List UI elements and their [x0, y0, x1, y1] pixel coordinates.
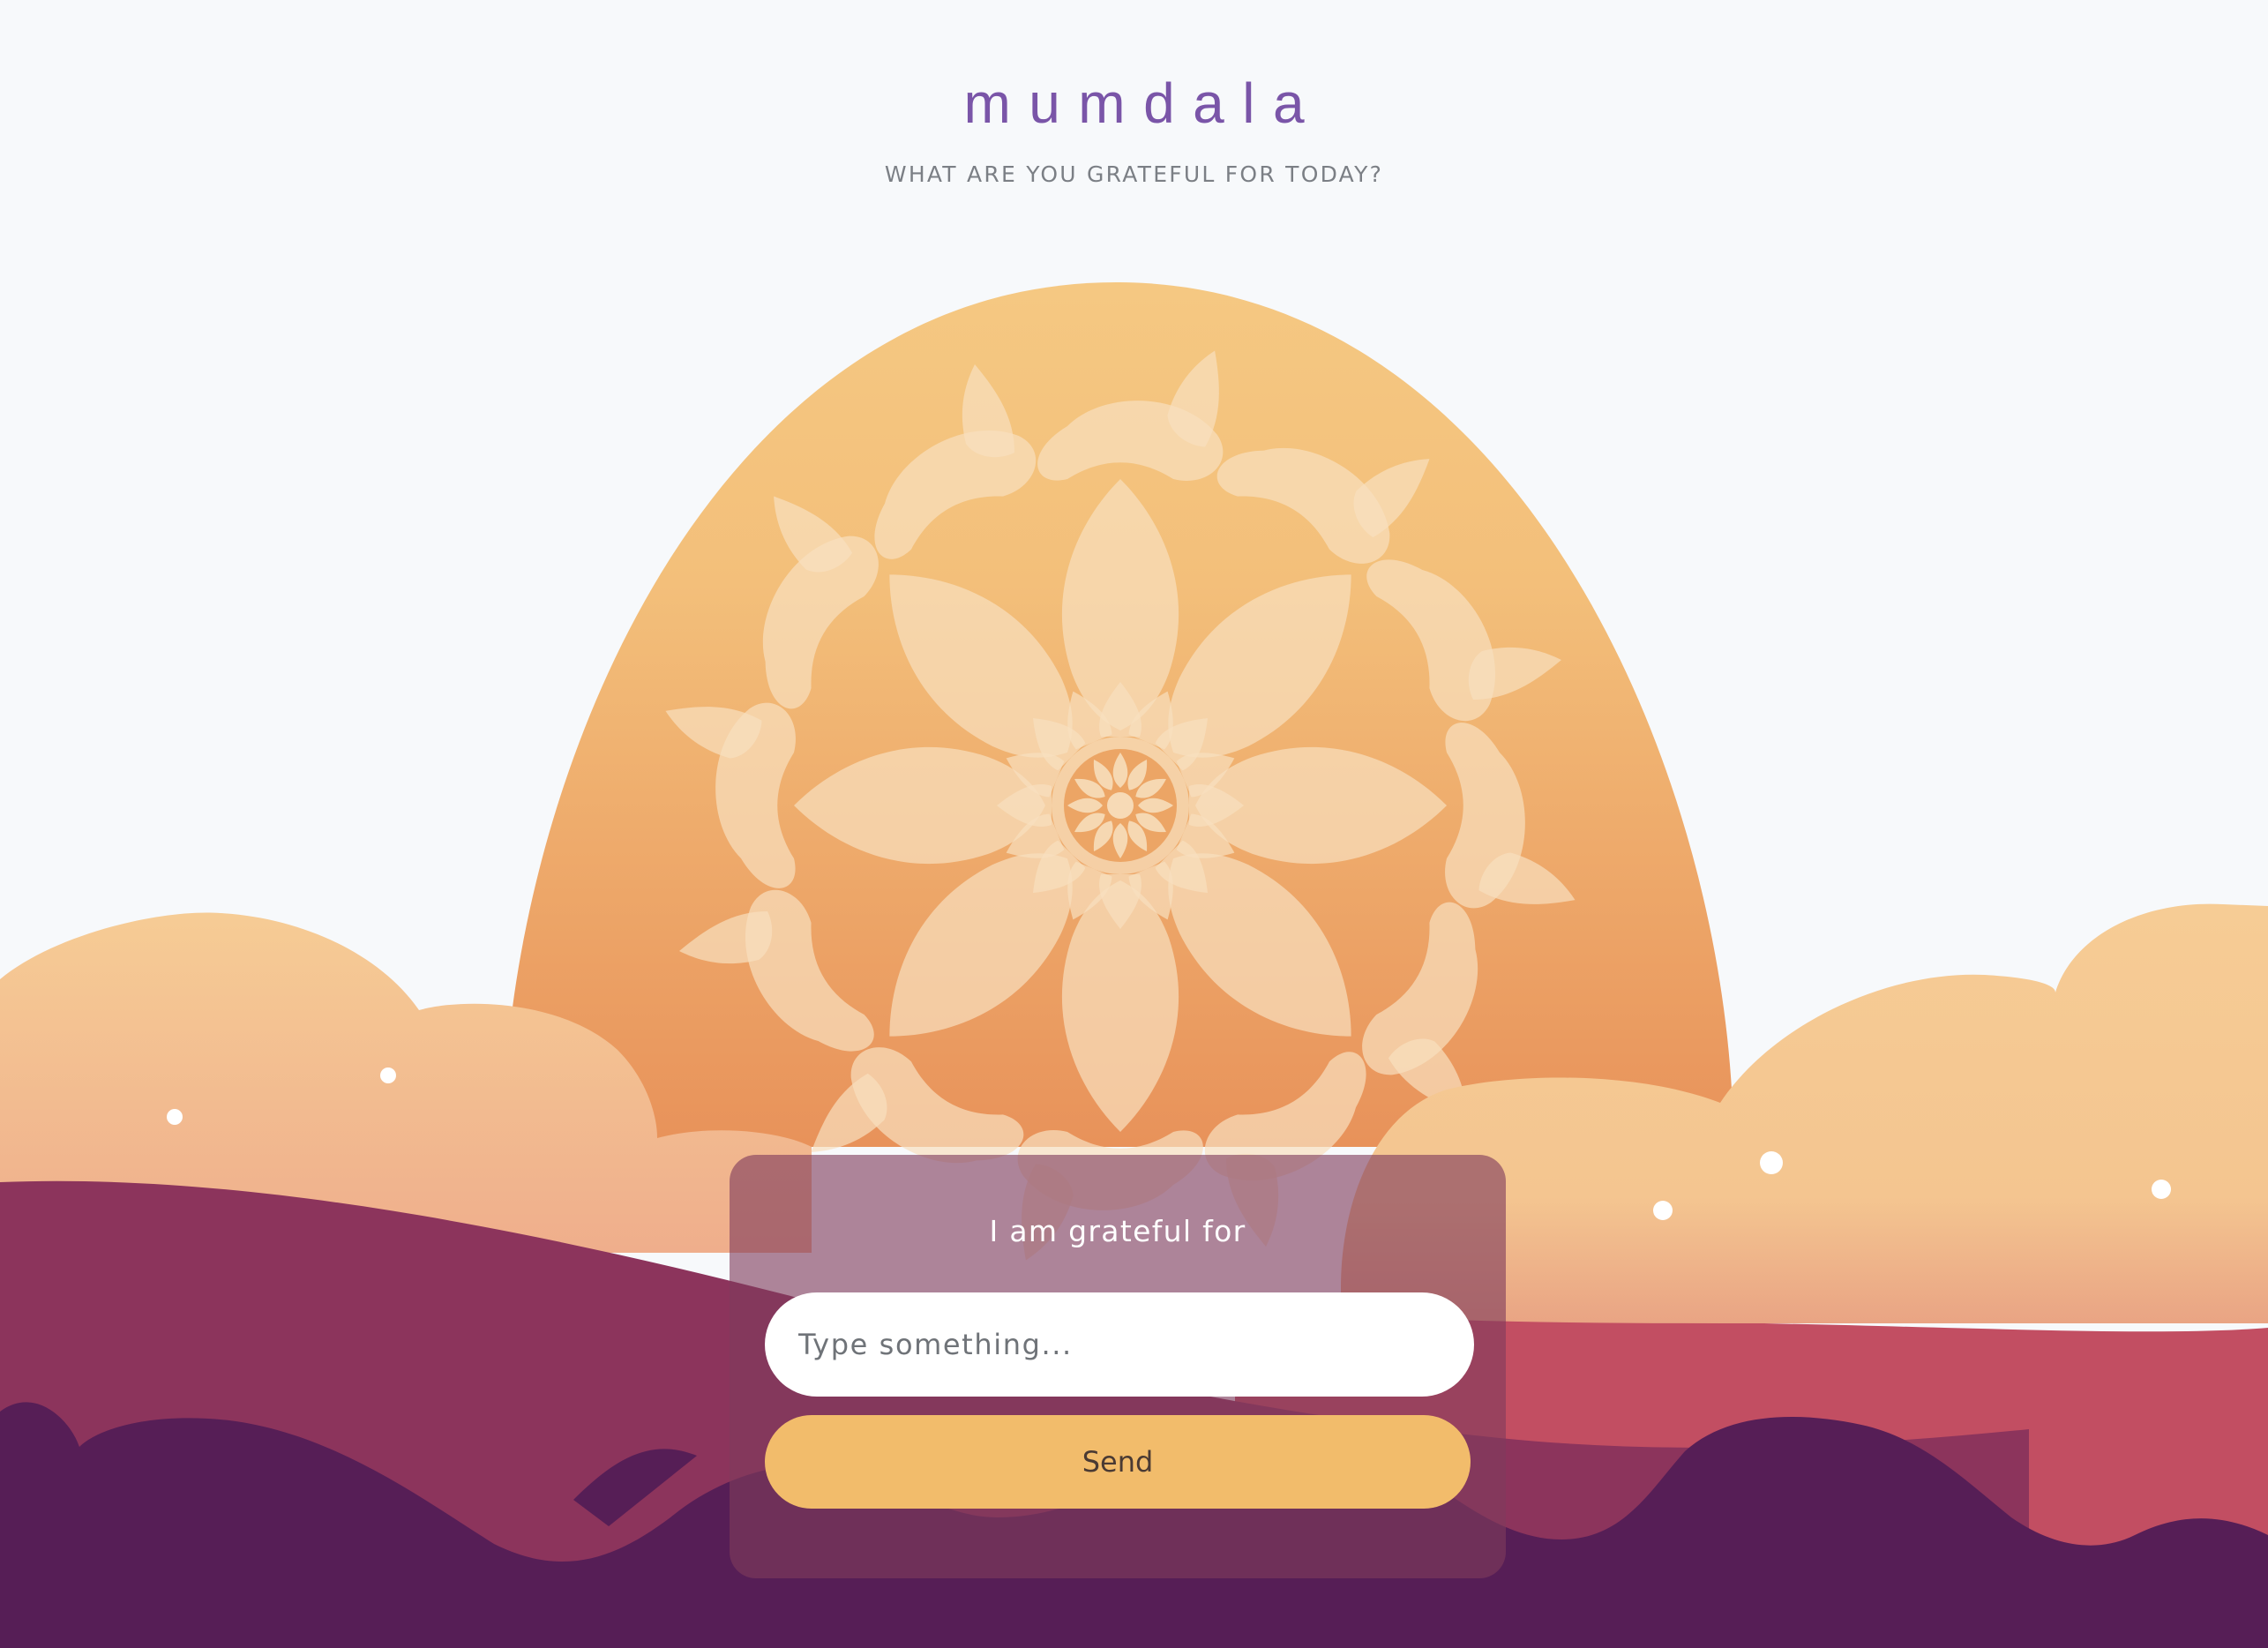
- tagline: WHAT ARE YOU GRATEFUL FOR TODAY?: [884, 161, 1384, 187]
- dot: [1760, 1151, 1783, 1174]
- gratitude-input[interactable]: [765, 1292, 1474, 1397]
- dot: [1653, 1201, 1673, 1220]
- dot: [380, 1067, 396, 1083]
- dot: [167, 1109, 183, 1125]
- gratitude-form-card: I am grateful for Send: [730, 1155, 1506, 1578]
- send-button[interactable]: Send: [765, 1415, 1471, 1509]
- dot: [2152, 1180, 2171, 1199]
- brand-logo: mumdala: [963, 71, 1323, 135]
- form-title: I am grateful for: [989, 1214, 1246, 1248]
